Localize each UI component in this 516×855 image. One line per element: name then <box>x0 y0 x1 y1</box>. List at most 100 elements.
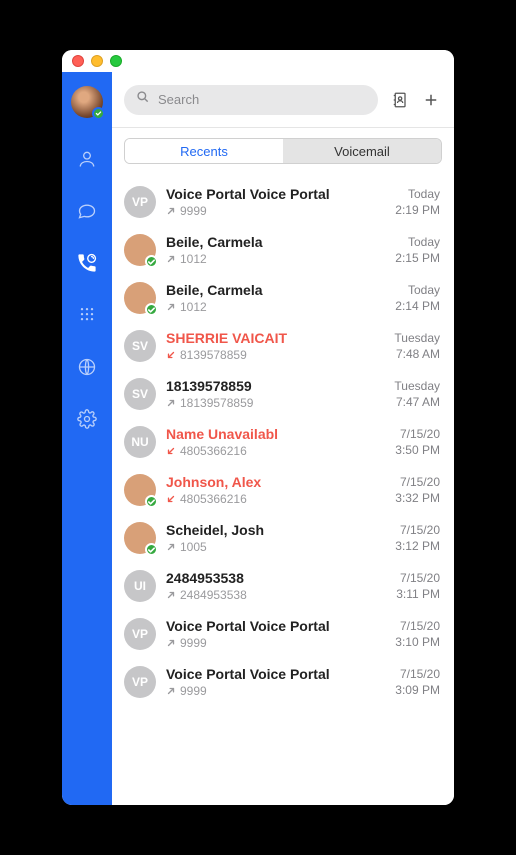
outgoing-call-icon <box>166 302 176 312</box>
tab-voicemail[interactable]: Voicemail <box>283 139 441 163</box>
tab-recents[interactable]: Recents <box>125 139 283 163</box>
call-number: 18139578859 <box>180 396 253 410</box>
call-timestamp: Tuesday7:47 AM <box>394 379 440 409</box>
call-timestamp: 7/15/20 3:50 PM <box>395 427 440 457</box>
chat-icon[interactable] <box>76 200 98 222</box>
minimize-window-button[interactable] <box>91 55 103 67</box>
call-row[interactable]: VP Voice Portal Voice Portal9999 7/15/20 3:… <box>112 610 454 658</box>
contacts-icon[interactable] <box>76 148 98 170</box>
call-subline: 9999 <box>166 204 385 218</box>
call-row[interactable]: SV1813957885918139578859Tuesday7:47 AM <box>112 370 454 418</box>
call-timestamp: Tuesday7:48 AM <box>394 331 440 361</box>
call-time: 2:15 PM <box>395 251 440 265</box>
call-date: Today <box>395 235 440 249</box>
address-book-icon[interactable] <box>388 89 410 111</box>
outgoing-call-icon <box>166 206 176 216</box>
call-name: 18139578859 <box>166 378 384 394</box>
incoming-call-icon <box>166 350 176 360</box>
call-number: 4805366216 <box>180 492 247 506</box>
call-info: Voice Portal Voice Portal9999 <box>166 666 385 698</box>
call-time: 7:48 AM <box>394 347 440 361</box>
dialpad-icon[interactable] <box>76 304 98 326</box>
call-avatar: VP <box>124 618 156 650</box>
call-date: 7/15/20 <box>395 667 440 681</box>
call-avatar <box>124 522 156 554</box>
call-subline: 8139578859 <box>166 348 384 362</box>
call-subline: 4805366216 <box>166 492 385 506</box>
search-box[interactable] <box>124 85 378 115</box>
call-row[interactable]: VP Voice Portal Voice Portal9999 7/15/20 3:… <box>112 658 454 706</box>
call-info: 2484953538 2484953538 <box>166 570 386 602</box>
presence-indicator <box>145 303 158 316</box>
call-name: Scheidel, Josh <box>166 522 385 538</box>
call-date: 7/15/20 <box>395 475 440 489</box>
call-time: 3:09 PM <box>395 683 440 697</box>
call-subline: 1005 <box>166 540 385 554</box>
outgoing-call-icon <box>166 254 176 264</box>
meetings-icon[interactable] <box>76 356 98 378</box>
fullscreen-window-button[interactable] <box>110 55 122 67</box>
call-name: Voice Portal Voice Portal <box>166 618 385 634</box>
call-time: 3:11 PM <box>396 587 440 601</box>
incoming-call-icon <box>166 446 176 456</box>
call-date: 7/15/20 <box>395 619 440 633</box>
titlebar <box>62 50 454 72</box>
call-date: Today <box>395 283 440 297</box>
call-time: 3:10 PM <box>395 635 440 649</box>
call-time: 3:32 PM <box>395 491 440 505</box>
call-row[interactable]: VPVoice Portal Voice Portal9999Today2:19… <box>112 178 454 226</box>
incoming-call-icon <box>166 494 176 504</box>
search-icon <box>136 90 150 109</box>
call-name: Beile, Carmela <box>166 234 385 250</box>
close-window-button[interactable] <box>72 55 84 67</box>
call-info: Beile, Carmela 1012 <box>166 234 385 266</box>
call-date: Today <box>395 187 440 201</box>
call-date: 7/15/20 <box>395 427 440 441</box>
call-row[interactable]: Beile, Carmela 1012 Today 2:14 PM <box>112 274 454 322</box>
call-subline: 4805366216 <box>166 444 385 458</box>
call-row[interactable]: NU Name Unavailabl 4805366216 7/15/20 3:50 P… <box>112 418 454 466</box>
call-number: 2484953538 <box>180 588 247 602</box>
outgoing-call-icon <box>166 542 176 552</box>
call-row[interactable]: Beile, Carmela 1012 Today 2:15 PM <box>112 226 454 274</box>
call-time: 3:50 PM <box>395 443 440 457</box>
call-avatar <box>124 234 156 266</box>
settings-icon[interactable] <box>76 408 98 430</box>
search-input[interactable] <box>158 92 366 107</box>
call-number: 1012 <box>180 300 207 314</box>
call-time: 2:19 PM <box>395 203 440 217</box>
call-subline: 2484953538 <box>166 588 386 602</box>
call-time: 3:12 PM <box>395 539 440 553</box>
call-name: Beile, Carmela <box>166 282 385 298</box>
call-avatar: UI <box>124 570 156 602</box>
call-row[interactable]: Johnson, Alex48053662167/15/203:32 PM <box>112 466 454 514</box>
call-avatar: VP <box>124 666 156 698</box>
call-info: Scheidel, Josh 1005 <box>166 522 385 554</box>
call-row[interactable]: UI248495353824849535387/15/203:11 PM <box>112 562 454 610</box>
outgoing-call-icon <box>166 638 176 648</box>
my-avatar[interactable] <box>71 86 103 118</box>
call-name: Name Unavailabl <box>166 426 385 442</box>
calls-icon[interactable] <box>76 252 98 274</box>
call-avatar: SV <box>124 330 156 362</box>
call-info: Name Unavailabl 4805366216 <box>166 426 385 458</box>
call-subline: 1012 <box>166 252 385 266</box>
call-row[interactable]: SV SHERRIE VAICAIT8139578859 Tuesday7:48 A… <box>112 322 454 370</box>
call-number: 9999 <box>180 684 207 698</box>
call-time: 2:14 PM <box>395 299 440 313</box>
call-row[interactable]: Scheidel, Josh 1005 7/15/203:12 PM <box>112 514 454 562</box>
call-time: 7:47 AM <box>394 395 440 409</box>
call-info: SHERRIE VAICAIT8139578859 <box>166 330 384 362</box>
call-avatar: NU <box>124 426 156 458</box>
call-info: Voice Portal Voice Portal9999 <box>166 618 385 650</box>
add-button[interactable] <box>420 89 442 111</box>
call-info: Beile, Carmela 1012 <box>166 282 385 314</box>
call-timestamp: 7/15/203:12 PM <box>395 523 440 553</box>
call-avatar <box>124 474 156 506</box>
presence-indicator <box>145 255 158 268</box>
call-subline: 1012 <box>166 300 385 314</box>
call-name: 2484953538 <box>166 570 386 586</box>
call-info: 18139578859 18139578859 <box>166 378 384 410</box>
main-panel: Recents Voicemail VP Voice Portal Voice P… <box>112 72 454 805</box>
presence-indicator <box>145 543 158 556</box>
